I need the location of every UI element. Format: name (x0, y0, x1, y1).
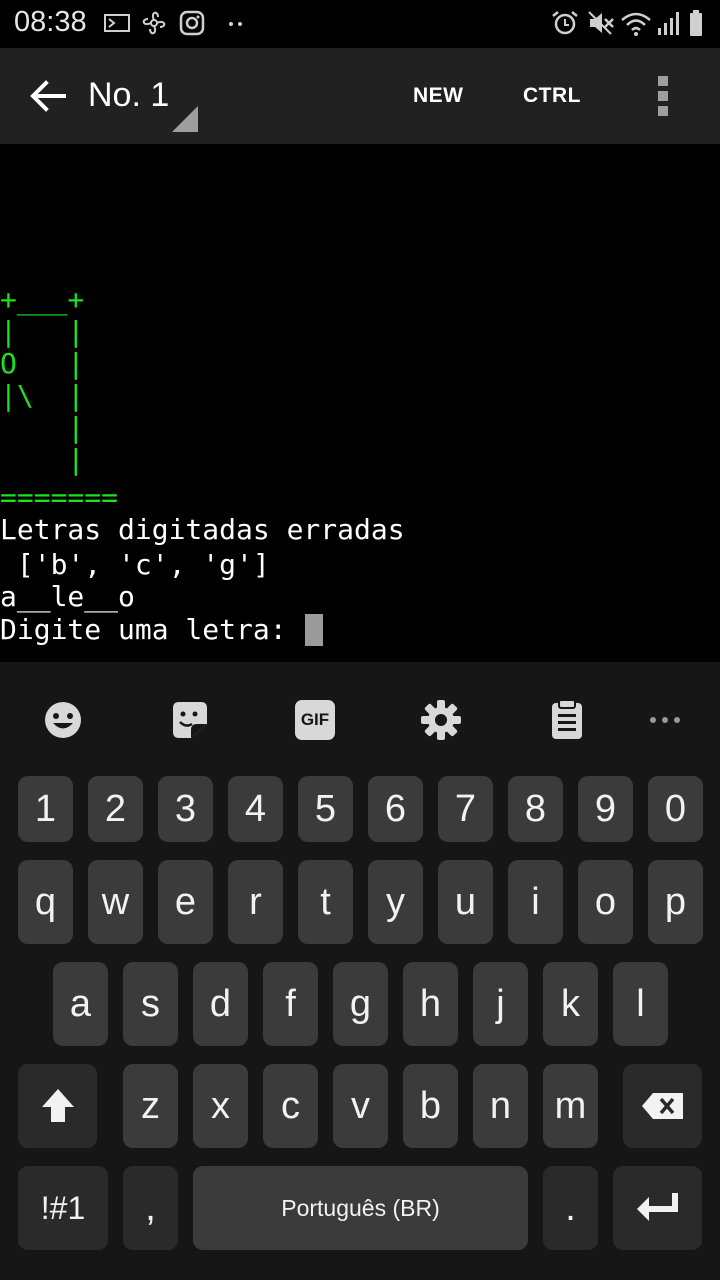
wrong-letters-heading: Letras digitadas erradas (0, 513, 405, 546)
shift-arrow-icon (41, 1089, 74, 1122)
settings-icon[interactable] (419, 698, 463, 742)
key-k[interactable]: k (543, 962, 598, 1046)
soft-keyboard: GIF 1 2 3 4 5 6 7 8 9 0 q w e r t y u i … (0, 662, 720, 1280)
back-arrow-icon[interactable] (28, 78, 68, 114)
key-n[interactable]: n (473, 1064, 528, 1148)
key-l[interactable]: l (613, 962, 668, 1046)
ctrl-button[interactable]: CTRL (523, 84, 581, 108)
key-0[interactable]: 0 (648, 776, 703, 842)
key-j[interactable]: j (473, 962, 528, 1046)
input-prompt: Digite uma letra: (0, 613, 304, 646)
app-bar: No. 1 NEW CTRL (0, 48, 720, 144)
key-6[interactable]: 6 (368, 776, 423, 842)
instagram-icon (179, 10, 205, 36)
text-cursor (305, 614, 323, 646)
key-4[interactable]: 4 (228, 776, 283, 842)
backspace-key[interactable] (623, 1064, 702, 1148)
hangman-art-line: | (0, 411, 85, 444)
shift-key[interactable] (18, 1064, 97, 1148)
backspace-icon (641, 1093, 683, 1119)
more-horizontal-icon[interactable] (643, 698, 687, 742)
symbols-key[interactable]: !#1 (18, 1166, 108, 1250)
hangman-art-line: ======= (0, 481, 119, 514)
alarm-icon (552, 11, 578, 35)
key-s[interactable]: s (123, 962, 178, 1046)
key-8[interactable]: 8 (508, 776, 563, 842)
overflow-menu-icon[interactable] (656, 74, 670, 118)
terminal-output[interactable]: +___+ | | O | |\ | | | ======= Letras di… (0, 144, 720, 662)
key-g[interactable]: g (333, 962, 388, 1046)
key-u[interactable]: u (438, 860, 493, 944)
enter-key[interactable] (613, 1166, 702, 1250)
sticker-icon[interactable] (167, 698, 211, 742)
key-p[interactable]: p (648, 860, 703, 944)
hangman-art-line: O | (0, 347, 85, 380)
key-t[interactable]: t (298, 860, 353, 944)
pinwheel-icon (142, 11, 166, 35)
hangman-art-line: | (0, 443, 85, 476)
period-key[interactable]: . (543, 1166, 598, 1250)
session-title[interactable]: No. 1 (88, 76, 169, 115)
key-v[interactable]: v (333, 1064, 388, 1148)
more-dots-icon (229, 22, 242, 26)
session-dropdown-indicator-icon (172, 106, 198, 132)
mute-icon (588, 11, 614, 35)
key-9[interactable]: 9 (578, 776, 633, 842)
key-x[interactable]: x (193, 1064, 248, 1148)
hangman-art-line: | | (0, 315, 85, 348)
key-e[interactable]: e (158, 860, 213, 944)
clipboard-icon[interactable] (545, 698, 589, 742)
new-session-button[interactable]: NEW (413, 84, 464, 108)
status-clock: 08:38 (14, 6, 87, 38)
key-b[interactable]: b (403, 1064, 458, 1148)
key-o[interactable]: o (578, 860, 633, 944)
key-3[interactable]: 3 (158, 776, 213, 842)
key-c[interactable]: c (263, 1064, 318, 1148)
gif-icon[interactable]: GIF (295, 700, 335, 740)
key-m[interactable]: m (543, 1064, 598, 1148)
key-d[interactable]: d (193, 962, 248, 1046)
terminal-notification-icon (104, 14, 130, 32)
hangman-art-line: |\ | (0, 379, 85, 412)
key-h[interactable]: h (403, 962, 458, 1046)
key-7[interactable]: 7 (438, 776, 493, 842)
key-r[interactable]: r (228, 860, 283, 944)
key-z[interactable]: z (123, 1064, 178, 1148)
status-bar: 08:38 (0, 0, 720, 48)
comma-key[interactable]: , (123, 1166, 178, 1250)
key-1[interactable]: 1 (18, 776, 73, 842)
key-f[interactable]: f (263, 962, 318, 1046)
enter-icon (636, 1193, 678, 1221)
key-2[interactable]: 2 (88, 776, 143, 842)
wifi-icon (621, 12, 651, 36)
key-5[interactable]: 5 (298, 776, 353, 842)
emoji-icon[interactable] (41, 698, 85, 742)
signal-icon (658, 12, 679, 35)
key-q[interactable]: q (18, 860, 73, 944)
hangman-art-line: +___+ (0, 283, 85, 316)
word-progress: a__le__o (0, 580, 135, 613)
battery-icon (690, 10, 702, 36)
space-key[interactable]: Português (BR) (193, 1166, 528, 1250)
key-i[interactable]: i (508, 860, 563, 944)
key-w[interactable]: w (88, 860, 143, 944)
key-y[interactable]: y (368, 860, 423, 944)
key-a[interactable]: a (53, 962, 108, 1046)
wrong-letters-list: ['b', 'c', 'g'] (0, 548, 270, 581)
